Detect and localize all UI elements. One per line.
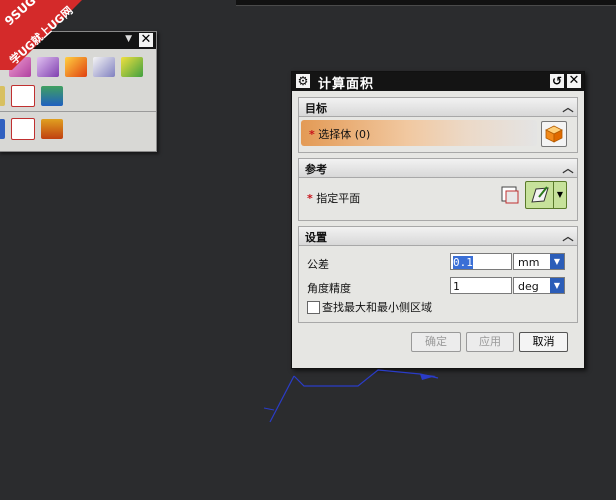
- graphics-top-border: [236, 0, 616, 6]
- chevron-up-icon[interactable]: ︿: [561, 228, 575, 243]
- measure-tool-icon[interactable]: [41, 86, 63, 106]
- watermark-logo: 9SUG 学UG就上UG网: [0, 0, 82, 70]
- reference-section-header[interactable]: 参考 ︿: [298, 158, 578, 178]
- sheet-tool-icon[interactable]: [93, 57, 115, 77]
- dialog-title: 计算面积: [318, 77, 375, 92]
- angle-unit-select[interactable]: deg ▼: [513, 277, 565, 294]
- angle-precision-label: 角度精度: [307, 282, 351, 295]
- arrow-tool-icon[interactable]: [0, 119, 5, 139]
- reference-header-label: 参考: [305, 163, 327, 176]
- required-star-icon: *: [309, 128, 315, 141]
- crosshair-tool-icon[interactable]: [11, 118, 35, 140]
- palette-divider: [0, 111, 156, 112]
- find-max-min-checkbox[interactable]: [307, 301, 320, 314]
- plane-dialog-icon[interactable]: [500, 185, 520, 205]
- cube-icon[interactable]: [541, 121, 567, 147]
- palette-menu-arrow-icon[interactable]: ▼: [125, 34, 132, 44]
- palette-close-icon[interactable]: ✕: [139, 33, 153, 47]
- reset-icon[interactable]: ↺: [550, 74, 564, 88]
- apply-button[interactable]: 应用: [466, 332, 514, 352]
- settings-section-header[interactable]: 设置 ︿: [298, 226, 578, 246]
- specify-plane-label: 指定平面: [316, 192, 361, 205]
- compute-area-dialog: ⚙ 计算面积 ↺ ✕ 目标 ︿ * 选择体 (0) 参考 ︿ * 指定平面 ▼ …: [291, 71, 585, 369]
- close-icon[interactable]: ✕: [567, 74, 581, 88]
- select-body-field[interactable]: * 选择体 (0): [301, 120, 537, 146]
- chevron-up-icon[interactable]: ︿: [561, 99, 575, 114]
- block-tool-icon[interactable]: [11, 85, 35, 107]
- tolerance-label: 公差: [307, 258, 329, 271]
- settings-header-label: 设置: [305, 231, 327, 244]
- target-section: 目标 ︿ * 选择体 (0): [298, 97, 578, 153]
- dropdown-arrow-icon[interactable]: ▼: [550, 254, 564, 269]
- curve-tool-icon[interactable]: [0, 86, 5, 106]
- plane-selector-button[interactable]: ▼: [525, 181, 567, 209]
- dropdown-arrow-icon[interactable]: ▼: [550, 278, 564, 293]
- target-section-header[interactable]: 目标 ︿: [298, 97, 578, 117]
- gear-icon[interactable]: ⚙: [296, 74, 310, 88]
- tolerance-unit-select[interactable]: mm ▼: [513, 253, 565, 270]
- required-star-icon: *: [307, 192, 313, 205]
- dialog-title-bar[interactable]: ⚙ 计算面积 ↺ ✕: [292, 72, 584, 92]
- settings-section: 设置 ︿ 公差 0.1 mm ▼ 角度精度 1 deg ▼ 查找最大和最小侧区域: [298, 226, 578, 323]
- chevron-up-icon[interactable]: ︿: [561, 160, 575, 175]
- frame-tool-icon[interactable]: [41, 119, 63, 139]
- select-body-label: 选择体 (0): [318, 128, 371, 141]
- tolerance-input[interactable]: 0.1: [450, 253, 512, 270]
- ok-button[interactable]: 确定: [411, 332, 461, 352]
- sketch-curves: [263, 369, 439, 423]
- target-header-label: 目标: [305, 102, 327, 115]
- angle-precision-input[interactable]: 1: [450, 277, 512, 294]
- dropdown-arrow-icon[interactable]: ▼: [553, 182, 566, 208]
- find-max-min-label: 查找最大和最小侧区域: [322, 301, 432, 314]
- cancel-button[interactable]: 取消: [519, 332, 568, 352]
- stack-tool-icon[interactable]: [121, 57, 143, 77]
- reference-section: 参考 ︿ * 指定平面 ▼: [298, 158, 578, 221]
